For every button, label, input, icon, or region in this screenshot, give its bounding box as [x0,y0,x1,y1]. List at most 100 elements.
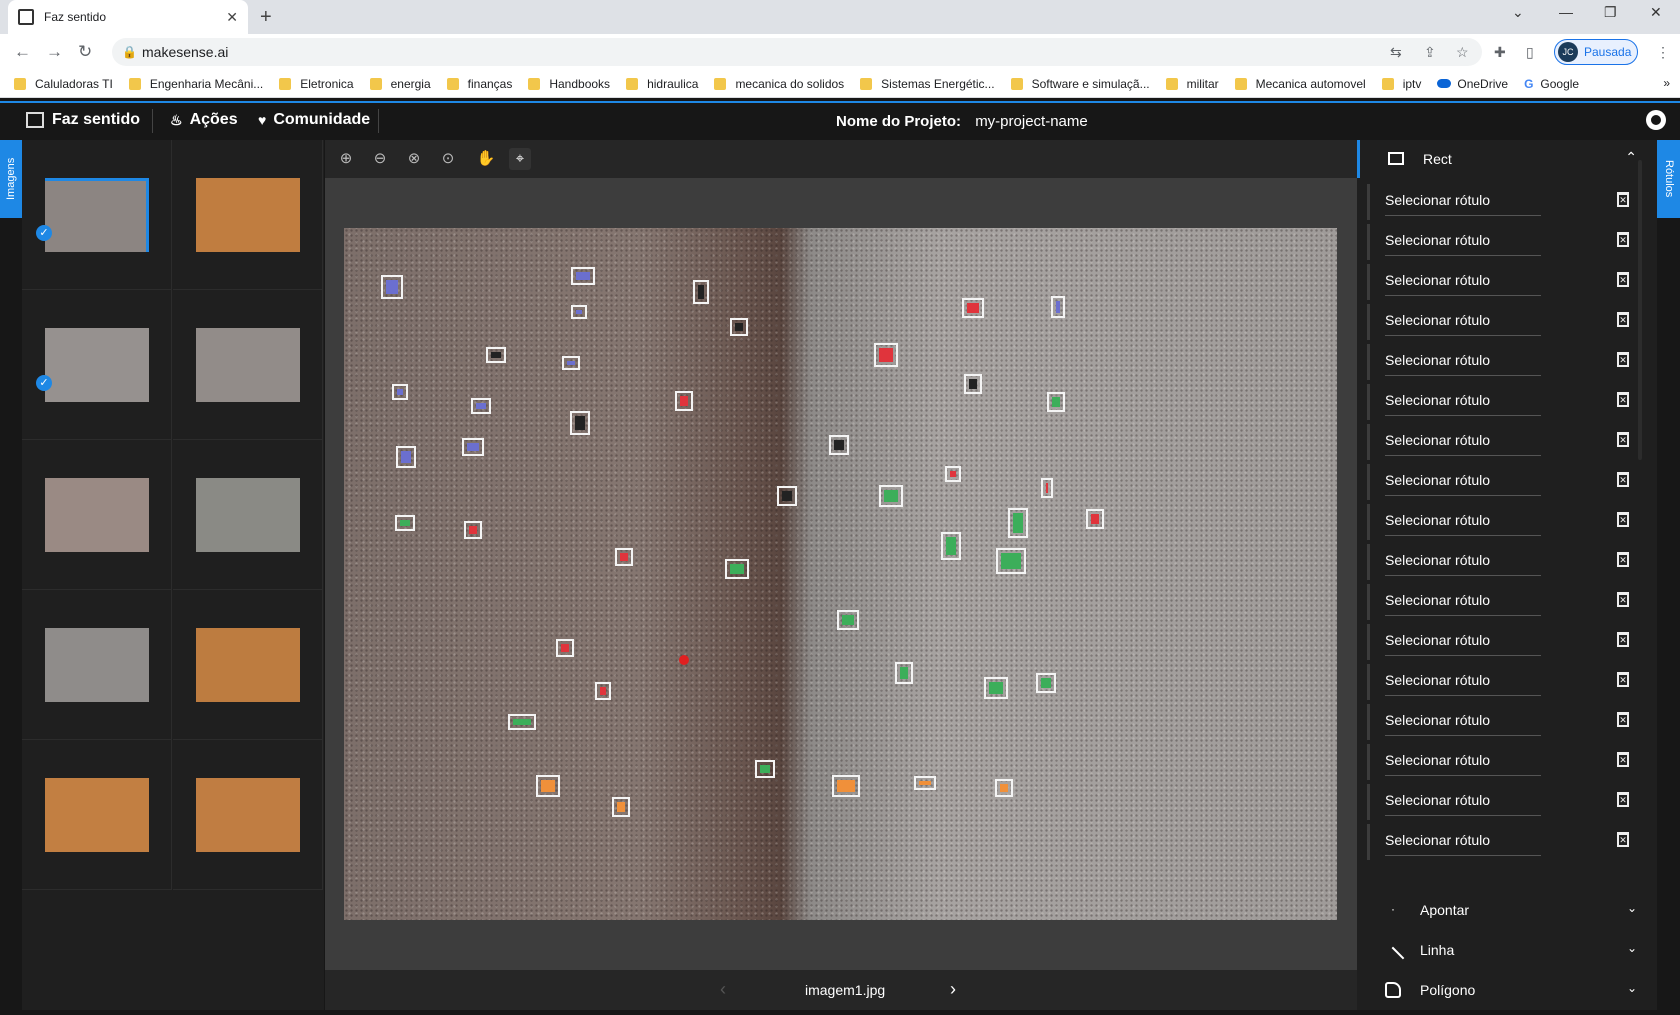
label-select[interactable]: Selecionar rótulo [1385,624,1541,656]
delete-label-icon[interactable]: ✕ [1617,792,1629,807]
chevron-up-icon[interactable]: ⌃ [1625,149,1637,166]
chevron-down-icon[interactable]: ⌄ [1627,901,1637,915]
bounding-box[interactable] [464,521,482,539]
label-select[interactable]: Selecionar rótulo [1385,224,1541,256]
close-tab-icon[interactable]: ✕ [226,9,238,26]
label-select[interactable]: Selecionar rótulo [1385,464,1541,496]
delete-label-icon[interactable]: ✕ [1617,512,1629,527]
share-icon[interactable]: ⇪ [1424,44,1436,61]
thumbnail[interactable] [22,440,172,590]
tool-point[interactable]: · Apontar ⌄ [1357,890,1657,930]
delete-label-icon[interactable]: ✕ [1617,472,1629,487]
bookmark-item[interactable]: iptv [1381,77,1421,91]
bookmark-item[interactable]: energia [369,77,431,91]
bookmark-item[interactable]: Caluladoras TI [14,77,113,91]
menu-icon[interactable]: ⋮ [1656,44,1670,61]
delete-label-icon[interactable]: ✕ [1617,352,1629,367]
delete-label-icon[interactable]: ✕ [1617,552,1629,567]
label-select[interactable]: Selecionar rótulo [1385,304,1541,336]
delete-label-icon[interactable]: ✕ [1617,712,1629,727]
bounding-box[interactable] [1036,673,1056,693]
bounding-box[interactable] [777,486,797,506]
bookmark-item[interactable]: Handbooks [528,77,610,91]
actions-menu[interactable]: ♨ Ações [170,111,238,129]
images-tab[interactable]: Imagens [0,140,22,218]
bounding-box[interactable] [675,391,693,411]
bookmark-item[interactable]: hidraulica [626,77,698,91]
github-icon[interactable] [1646,110,1666,130]
point-marker[interactable] [679,655,689,665]
chevron-down-icon[interactable]: ⌄ [1627,941,1637,955]
bookmarks-more-icon[interactable]: » [1663,76,1670,90]
brand-link[interactable]: Faz sentido [26,111,140,129]
rect-tool-header[interactable]: Rect ⌃ [1357,140,1657,178]
bounding-box[interactable] [941,532,961,560]
bounding-box[interactable] [395,515,415,531]
star-icon[interactable]: ☆ [1456,44,1469,61]
zoom-fit-icon[interactable]: ⊗ [403,148,425,170]
label-select[interactable]: Selecionar rótulo [1385,424,1541,456]
thumbnail[interactable] [173,290,323,440]
bounding-box[interactable] [571,267,595,285]
delete-label-icon[interactable]: ✕ [1617,752,1629,767]
bounding-box[interactable] [392,384,408,400]
bounding-box[interactable] [508,714,536,730]
bounding-box[interactable] [396,446,416,468]
label-select[interactable]: Selecionar rótulo [1385,784,1541,816]
bookmark-item[interactable]: Sistemas Energétic... [860,77,995,91]
bounding-box[interactable] [962,298,984,318]
bounding-box[interactable] [730,318,748,336]
url-field[interactable]: 🔒 makesense.ai [112,38,1482,66]
thumbnail[interactable] [173,740,323,890]
bookmark-item[interactable]: OneDrive [1437,77,1508,91]
annotated-image[interactable] [344,228,1337,920]
bounding-box[interactable] [996,548,1026,574]
translate-icon[interactable]: ⇆ [1390,44,1402,61]
new-tab-icon[interactable]: + [260,6,272,29]
labels-tab[interactable]: Rótulos [1657,140,1680,218]
label-select[interactable]: Selecionar rótulo [1385,664,1541,696]
editor-canvas[interactable] [325,178,1357,970]
crosshair-icon[interactable]: ⌖ [509,148,531,170]
next-image-icon[interactable]: › [950,979,956,1000]
bounding-box[interactable] [556,639,574,657]
bounding-box[interactable] [1051,296,1065,318]
bookmark-item[interactable]: G Google [1524,77,1579,91]
bounding-box[interactable] [725,559,749,579]
bounding-box[interactable] [571,305,587,319]
community-menu[interactable]: ♥ Comunidade [258,111,370,129]
bounding-box[interactable] [570,411,590,435]
delete-label-icon[interactable]: ✕ [1617,672,1629,687]
label-select[interactable]: Selecionar rótulo [1385,384,1541,416]
thumbnail[interactable] [22,740,172,890]
bounding-box[interactable] [879,485,903,507]
thumbnail[interactable] [173,440,323,590]
thumbnail[interactable]: ✓ [22,140,172,290]
bounding-box[interactable] [837,610,859,630]
bounding-box[interactable] [471,398,491,414]
label-select[interactable]: Selecionar rótulo [1385,704,1541,736]
delete-label-icon[interactable]: ✕ [1617,632,1629,647]
bounding-box[interactable] [562,356,580,370]
bounding-box[interactable] [536,775,560,797]
thumbnail[interactable] [22,590,172,740]
delete-label-icon[interactable]: ✕ [1617,192,1629,207]
label-select[interactable]: Selecionar rótulo [1385,824,1541,856]
bounding-box[interactable] [995,779,1013,797]
label-select[interactable]: Selecionar rótulo [1385,264,1541,296]
bounding-box[interactable] [895,662,913,684]
bookmark-item[interactable]: Mecanica automovel [1234,77,1366,91]
bounding-box[interactable] [914,776,936,790]
delete-label-icon[interactable]: ✕ [1617,272,1629,287]
zoom-actual-icon[interactable]: ⊙ [437,148,459,170]
bounding-box[interactable] [1086,509,1104,529]
back-icon[interactable]: ← [14,42,31,62]
bookmark-item[interactable]: militar [1165,77,1219,91]
bookmark-item[interactable]: Engenharia Mecâni... [128,77,263,91]
delete-label-icon[interactable]: ✕ [1617,592,1629,607]
sidepanel-icon[interactable]: ▯ [1526,44,1534,61]
label-select[interactable]: Selecionar rótulo [1385,504,1541,536]
delete-label-icon[interactable]: ✕ [1617,832,1629,847]
bounding-box[interactable] [874,343,898,367]
bounding-box[interactable] [1047,392,1065,412]
